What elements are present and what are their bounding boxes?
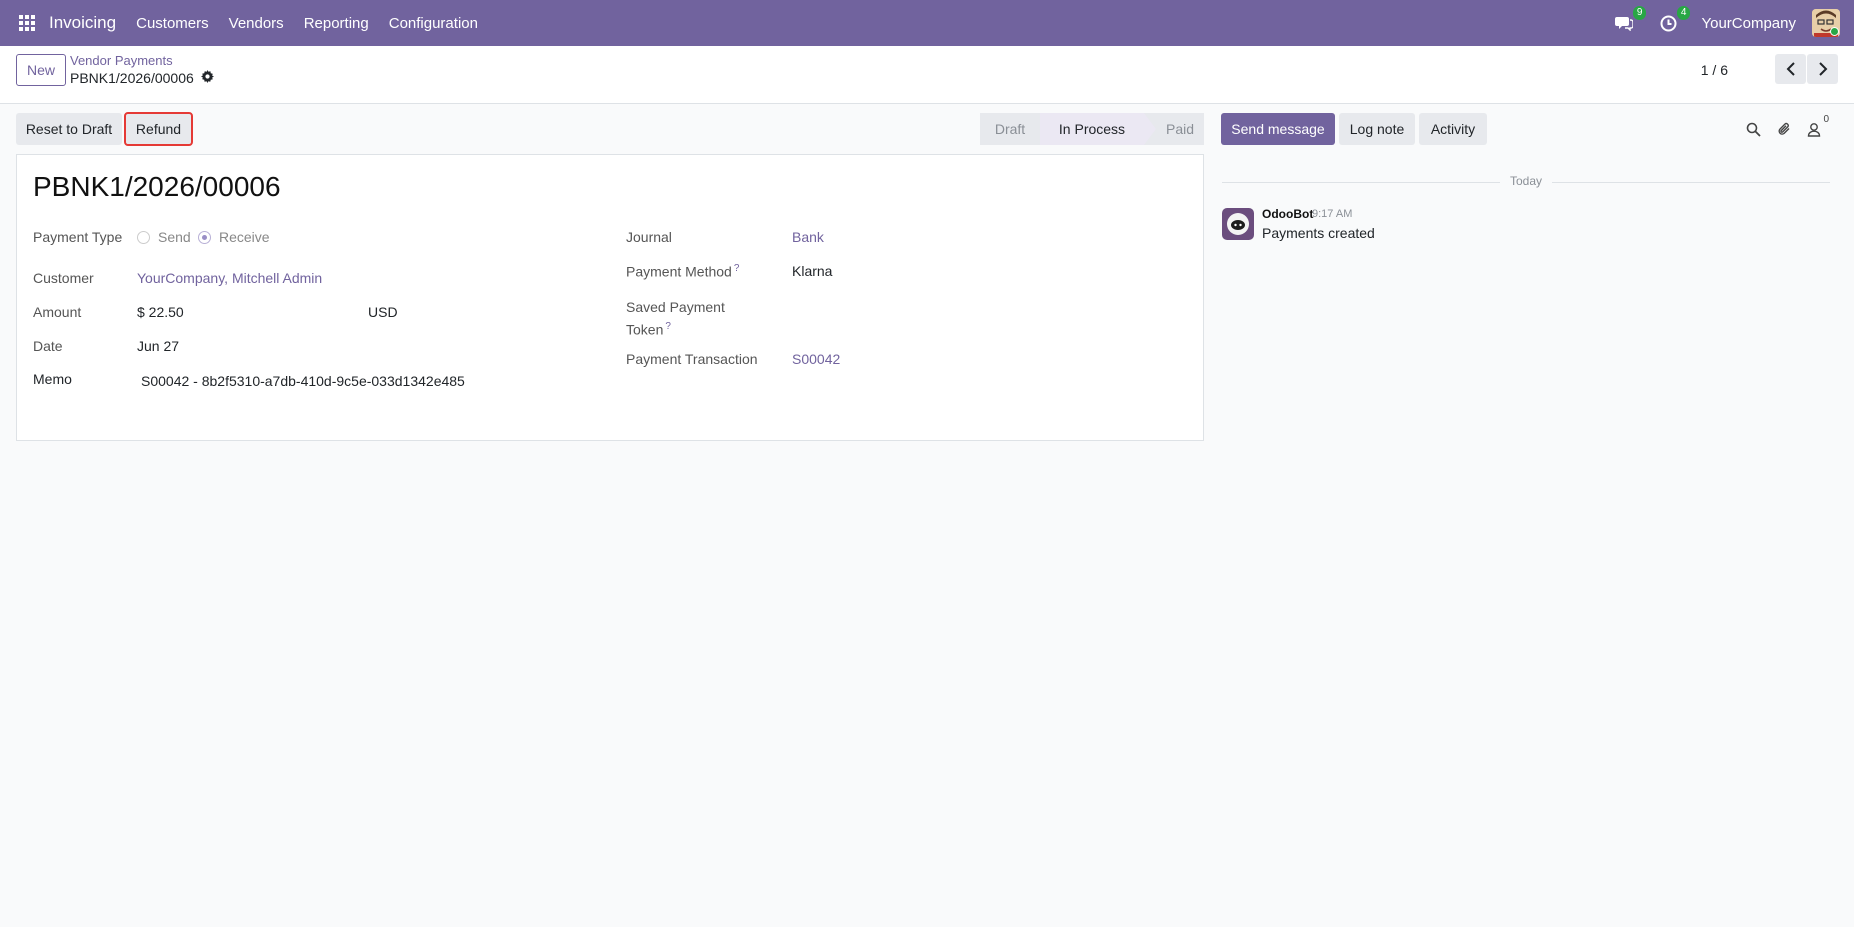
record-title: PBNK1/2026/00006 bbox=[33, 171, 281, 202]
payment-type-receive-label: Receive bbox=[219, 229, 270, 245]
memo-field[interactable]: S00042 - 8b2f5310-a7db-410d-9c5e-033d134… bbox=[141, 373, 465, 389]
amount-field[interactable]: $ 22.50 bbox=[137, 304, 184, 320]
robot-icon bbox=[1227, 213, 1249, 235]
payment-type-send-label: Send bbox=[158, 229, 191, 245]
online-status-dot bbox=[1830, 27, 1839, 36]
chevron-left-icon bbox=[1786, 62, 1795, 76]
journal-field[interactable]: Bank bbox=[792, 229, 824, 245]
date-separator-label: Today bbox=[1500, 174, 1553, 188]
pager-previous-button[interactable] bbox=[1775, 54, 1806, 84]
user-icon bbox=[1807, 122, 1821, 137]
nav-item-reporting[interactable]: Reporting bbox=[304, 15, 369, 32]
customer-field[interactable]: YourCompany, Mitchell Admin bbox=[137, 270, 322, 286]
clock-icon bbox=[1660, 15, 1677, 31]
attachments-button[interactable] bbox=[1773, 118, 1795, 140]
paperclip-icon bbox=[1778, 122, 1789, 135]
payment-transaction-label: Payment Transaction bbox=[626, 351, 758, 367]
breadcrumb-parent[interactable]: Vendor Payments bbox=[70, 53, 173, 68]
search-icon bbox=[1746, 122, 1761, 137]
customer-label: Customer bbox=[33, 270, 94, 286]
radio-circle bbox=[137, 230, 150, 244]
payment-method-label-text: Payment Method bbox=[626, 263, 732, 280]
activities-badge: 4 bbox=[1676, 6, 1691, 20]
status-draft[interactable]: Draft bbox=[980, 113, 1040, 145]
pager-next-button[interactable] bbox=[1807, 54, 1838, 84]
date-label: Date bbox=[33, 338, 63, 354]
refund-button[interactable]: Refund bbox=[124, 112, 193, 146]
gear-icon[interactable] bbox=[200, 70, 214, 86]
messages-button[interactable]: 9 bbox=[1613, 6, 1647, 34]
amount-label: Amount bbox=[33, 304, 82, 320]
reset-to-draft-button[interactable]: Reset to Draft bbox=[16, 113, 122, 145]
messages-badge: 9 bbox=[1632, 6, 1647, 20]
status-in-process[interactable]: In Process bbox=[1040, 113, 1156, 145]
date-field[interactable]: Jun 27 bbox=[137, 338, 179, 354]
message-author[interactable]: OdooBot bbox=[1262, 207, 1313, 221]
saved-payment-token-label-line1: Saved Payment bbox=[626, 299, 725, 315]
saved-payment-token-label: Saved Payment Token? bbox=[626, 297, 725, 340]
payment-transaction-field[interactable]: S00042 bbox=[792, 351, 840, 367]
status-in-process-label: In Process bbox=[1058, 121, 1126, 137]
breadcrumb-current-label: PBNK1/2026/00006 bbox=[70, 70, 194, 86]
user-avatar[interactable] bbox=[1812, 9, 1840, 37]
status-bar: Draft In Process Paid bbox=[980, 113, 1204, 145]
systray: 9 4 YourCompany bbox=[1613, 0, 1854, 46]
nav-item-vendors[interactable]: Vendors bbox=[229, 15, 284, 32]
help-tooltip-icon[interactable]: ? bbox=[734, 263, 740, 274]
radio-circle-checked bbox=[198, 230, 211, 244]
control-panel: New Vendor Payments PBNK1/2026/00006 1 /… bbox=[0, 46, 1854, 104]
journal-label: Journal bbox=[626, 229, 672, 245]
app-title[interactable]: Invoicing bbox=[49, 13, 116, 33]
new-button[interactable]: New bbox=[16, 54, 66, 86]
send-message-button[interactable]: Send message bbox=[1221, 113, 1335, 145]
saved-payment-token-label-line2: Token bbox=[626, 321, 664, 338]
memo-label: Memo bbox=[33, 371, 72, 387]
nav-item-configuration[interactable]: Configuration bbox=[389, 15, 478, 32]
breadcrumb-current: PBNK1/2026/00006 bbox=[70, 70, 214, 86]
payment-type-send-radio[interactable]: Send bbox=[137, 229, 191, 245]
nav-item-customers[interactable]: Customers bbox=[136, 15, 209, 32]
message-body: Payments created bbox=[1262, 225, 1375, 241]
pager-value[interactable]: 1 / 6 bbox=[1701, 62, 1728, 78]
log-note-button[interactable]: Log note bbox=[1339, 113, 1415, 145]
activity-button[interactable]: Activity bbox=[1419, 113, 1487, 145]
activities-button[interactable]: 4 bbox=[1657, 6, 1691, 34]
payment-method-label: Payment Method? bbox=[626, 263, 739, 280]
odoobot-avatar[interactable] bbox=[1222, 208, 1254, 240]
top-navbar: Invoicing Customers Vendors Reporting Co… bbox=[0, 0, 1854, 46]
followers-count: 0 bbox=[1823, 114, 1829, 125]
message-time: 9:17 AM bbox=[1312, 208, 1353, 220]
chevron-right-icon bbox=[1818, 62, 1827, 76]
form-sheet: PBNK1/2026/00006 Payment Type Send Recei… bbox=[16, 154, 1204, 441]
currency-field[interactable]: USD bbox=[368, 304, 398, 320]
payment-type-receive-radio[interactable]: Receive bbox=[198, 229, 270, 245]
payment-type-label: Payment Type bbox=[33, 229, 123, 245]
help-tooltip-icon[interactable]: ? bbox=[665, 321, 671, 332]
search-messages-button[interactable] bbox=[1742, 118, 1764, 140]
company-switcher[interactable]: YourCompany bbox=[1701, 15, 1796, 32]
apps-menu-icon[interactable] bbox=[18, 14, 36, 32]
followers-button[interactable]: 0 bbox=[1803, 114, 1829, 140]
payment-method-field[interactable]: Klarna bbox=[792, 263, 832, 279]
chat-icon bbox=[1615, 17, 1634, 31]
